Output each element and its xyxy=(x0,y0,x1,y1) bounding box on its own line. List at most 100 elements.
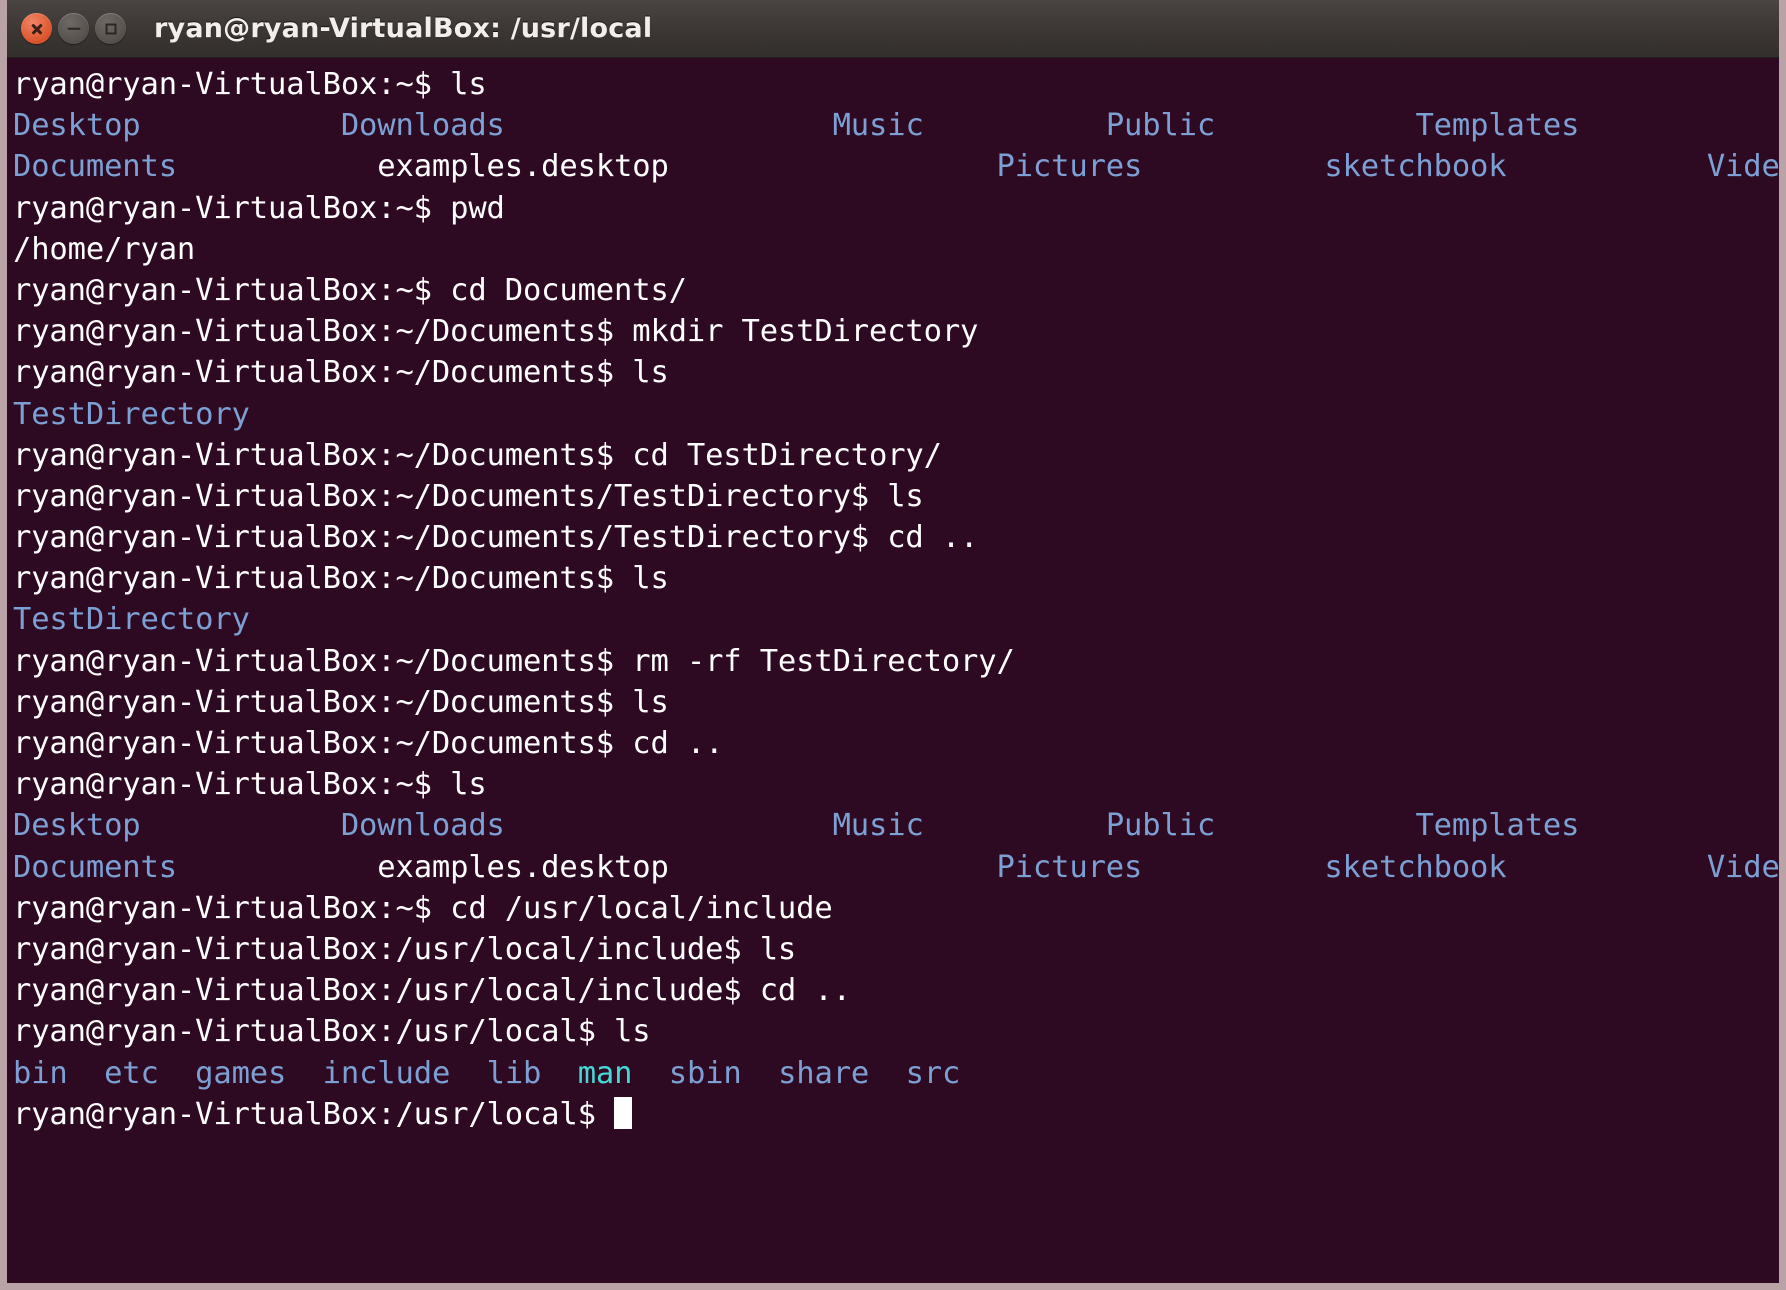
listing-entry-examples.desktop: examples.desktop xyxy=(377,149,668,184)
listing-gap xyxy=(869,1056,905,1091)
shell-prompt-line: ryan@ryan-VirtualBox:~/Documents$ ls xyxy=(13,685,669,720)
shell-prompt-line: ryan@ryan-VirtualBox:~$ pwd xyxy=(13,191,505,226)
terminal-line: ryan@ryan-VirtualBox:/usr/local/include$… xyxy=(13,970,1779,1011)
shell-prompt-line: ryan@ryan-VirtualBox:~/Documents$ mkdir … xyxy=(13,314,978,349)
listing-gap xyxy=(1215,808,1415,843)
listing-gap xyxy=(924,108,1106,143)
shell-prompt-line: ryan@ryan-VirtualBox:~/Documents$ ls xyxy=(13,355,669,390)
listing-entry-Documents: Documents xyxy=(13,850,177,885)
text-cursor xyxy=(614,1097,632,1129)
listing-entry-examples.desktop: examples.desktop xyxy=(377,850,668,885)
listing-entry-Desktop: Desktop xyxy=(13,108,141,143)
listing-gap xyxy=(669,149,997,184)
listing-entry-Music: Music xyxy=(833,108,924,143)
terminal-line: ryan@ryan-VirtualBox:~/Documents$ cd .. xyxy=(13,723,1779,764)
listing-gap xyxy=(1215,108,1415,143)
listing-entry-sbin: sbin xyxy=(669,1056,742,1091)
shell-prompt: ryan@ryan-VirtualBox:/usr/local$ xyxy=(13,1097,614,1132)
listing-gap xyxy=(177,850,377,885)
terminal-line: Documents examples.desktop Pictures sket… xyxy=(13,847,1779,888)
listing-gap xyxy=(742,1056,778,1091)
terminal-line: /home/ryan xyxy=(13,229,1779,270)
terminal-line: ryan@ryan-VirtualBox:~$ cd Documents/ xyxy=(13,270,1779,311)
shell-prompt-line: ryan@ryan-VirtualBox:~$ ls xyxy=(13,767,487,802)
listing-entry-Downloads: Downloads xyxy=(341,808,505,843)
listing-entry-Public: Public xyxy=(1106,808,1215,843)
listing-gap xyxy=(669,850,997,885)
shell-prompt-line: ryan@ryan-VirtualBox:~/Documents$ rm -rf… xyxy=(13,644,1015,679)
listing-entry-Pictures: Pictures xyxy=(997,850,1143,885)
listing-entry-Public: Public xyxy=(1106,108,1215,143)
listing-gap xyxy=(1506,149,1706,184)
terminal-line: TestDirectory xyxy=(13,599,1779,640)
terminal-line: ryan@ryan-VirtualBox:~/Documents$ ls xyxy=(13,558,1779,599)
listing-entry-testdirectory: TestDirectory xyxy=(13,397,250,432)
listing-entry-Music: Music xyxy=(833,808,924,843)
listing-entry-Videos: Videos xyxy=(1707,850,1779,885)
terminal-line: Documents examples.desktop Pictures sket… xyxy=(13,146,1779,187)
listing-gap xyxy=(541,1056,577,1091)
terminal-line: ryan@ryan-VirtualBox:/usr/local/include$… xyxy=(13,929,1779,970)
terminal-line: ryan@ryan-VirtualBox:~/Documents/TestDir… xyxy=(13,476,1779,517)
terminal-screen[interactable]: ryan@ryan-VirtualBox:~$ lsDesktop Downlo… xyxy=(13,64,1779,1135)
listing-entry-Templates: Templates xyxy=(1415,808,1579,843)
shell-prompt-line: ryan@ryan-VirtualBox:~/Documents/TestDir… xyxy=(13,520,978,555)
terminal-line: ryan@ryan-VirtualBox:~/Documents$ ls xyxy=(13,682,1779,723)
listing-entry-Pictures: Pictures xyxy=(997,149,1143,184)
maximize-button[interactable] xyxy=(95,13,126,44)
shell-prompt-line: ryan@ryan-VirtualBox:~/Documents$ cd Tes… xyxy=(13,438,942,473)
close-button[interactable] xyxy=(21,13,52,44)
window-title: ryan@ryan-VirtualBox: /usr/local xyxy=(154,13,652,44)
terminal-line: ryan@ryan-VirtualBox:~/Documents/TestDir… xyxy=(13,517,1779,558)
shell-prompt-line: ryan@ryan-VirtualBox:~$ cd /usr/local/in… xyxy=(13,891,833,926)
listing-gap xyxy=(286,1056,322,1091)
terminal-line: ryan@ryan-VirtualBox:~$ ls xyxy=(13,64,1779,105)
shell-prompt-line: ryan@ryan-VirtualBox:~/Documents$ ls xyxy=(13,561,669,596)
listing-gap xyxy=(1506,850,1706,885)
minimize-button[interactable] xyxy=(58,13,89,44)
listing-gap xyxy=(141,808,341,843)
listing-entry-include: include xyxy=(323,1056,451,1091)
listing-entry-Templates: Templates xyxy=(1415,108,1579,143)
terminal-line: ryan@ryan-VirtualBox:~/Documents$ mkdir … xyxy=(13,311,1779,352)
terminal-line: TestDirectory xyxy=(13,394,1779,435)
listing-gap xyxy=(68,1056,104,1091)
listing-entry-Downloads: Downloads xyxy=(341,108,505,143)
listing-gap xyxy=(1142,149,1324,184)
shell-prompt-line: ryan@ryan-VirtualBox:/usr/local/include$… xyxy=(13,932,796,967)
listing-entry-src: src xyxy=(906,1056,961,1091)
shell-prompt-line: ryan@ryan-VirtualBox:~$ ls xyxy=(13,67,487,102)
terminal-line: ryan@ryan-VirtualBox:~$ pwd xyxy=(13,188,1779,229)
terminal-line: ryan@ryan-VirtualBox:~/Documents$ cd Tes… xyxy=(13,435,1779,476)
listing-entry-sketchbook: sketchbook xyxy=(1324,149,1506,184)
listing-gap xyxy=(505,808,833,843)
shell-prompt-line: ryan@ryan-VirtualBox:~/Documents/TestDir… xyxy=(13,479,924,514)
terminal-line: Desktop Downloads Music Public Templates xyxy=(13,805,1779,846)
listing-entry-lib: lib xyxy=(487,1056,542,1091)
listing-gap xyxy=(450,1056,486,1091)
terminal-output-area[interactable]: ryan@ryan-VirtualBox:~$ lsDesktop Downlo… xyxy=(7,58,1779,1283)
shell-prompt-line: ryan@ryan-VirtualBox:/usr/local/include$… xyxy=(13,973,851,1008)
terminal-line: ryan@ryan-VirtualBox:/usr/local$ ls xyxy=(13,1011,1779,1052)
listing-gap xyxy=(159,1056,195,1091)
listing-entry-Documents: Documents xyxy=(13,149,177,184)
terminal-line: ryan@ryan-VirtualBox:/usr/local$ xyxy=(13,1094,1779,1135)
listing-gap xyxy=(141,108,341,143)
title-bar[interactable]: ryan@ryan-VirtualBox: /usr/local xyxy=(7,0,1779,58)
listing-entry-Desktop: Desktop xyxy=(13,808,141,843)
terminal-line: ryan@ryan-VirtualBox:~/Documents$ rm -rf… xyxy=(13,641,1779,682)
terminal-line: bin etc games include lib man sbin share… xyxy=(13,1053,1779,1094)
terminal-line: Desktop Downloads Music Public Templates xyxy=(13,105,1779,146)
terminal-window[interactable]: ryan@ryan-VirtualBox: /usr/local ryan@ry… xyxy=(0,0,1786,1290)
shell-prompt-line: ryan@ryan-VirtualBox:~$ cd Documents/ xyxy=(13,273,687,308)
listing-entry-etc: etc xyxy=(104,1056,159,1091)
listing-gap xyxy=(632,1056,668,1091)
listing-entry-share: share xyxy=(778,1056,869,1091)
terminal-line: ryan@ryan-VirtualBox:~$ cd /usr/local/in… xyxy=(13,888,1779,929)
listing-entry-man: man xyxy=(578,1056,633,1091)
shell-prompt-line: ryan@ryan-VirtualBox:/usr/local$ ls xyxy=(13,1014,650,1049)
terminal-line: ryan@ryan-VirtualBox:~/Documents$ ls xyxy=(13,352,1779,393)
listing-entry-bin: bin xyxy=(13,1056,68,1091)
terminal-line: ryan@ryan-VirtualBox:~$ ls xyxy=(13,764,1779,805)
listing-gap xyxy=(177,149,377,184)
